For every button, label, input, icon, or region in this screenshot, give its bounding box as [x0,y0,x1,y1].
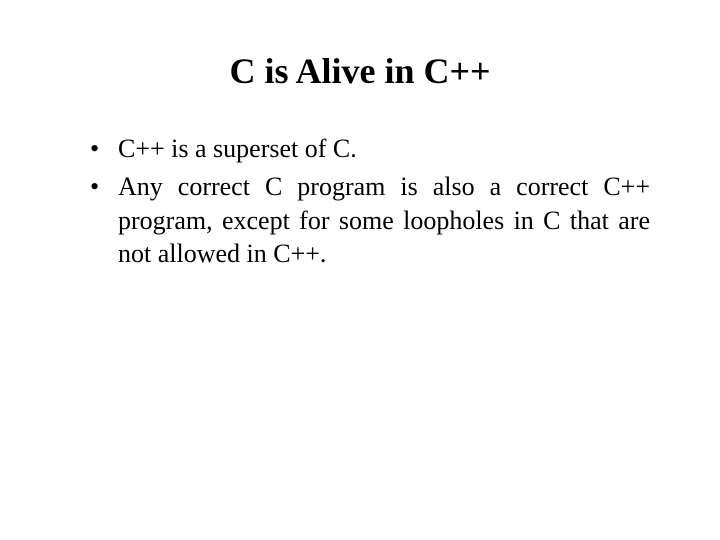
slide-title: C is Alive in C++ [70,50,650,92]
list-item: C++ is a superset of C. [90,132,650,166]
list-item: Any correct C program is also a correct … [90,170,650,271]
bullet-list: C++ is a superset of C. Any correct C pr… [70,132,650,271]
